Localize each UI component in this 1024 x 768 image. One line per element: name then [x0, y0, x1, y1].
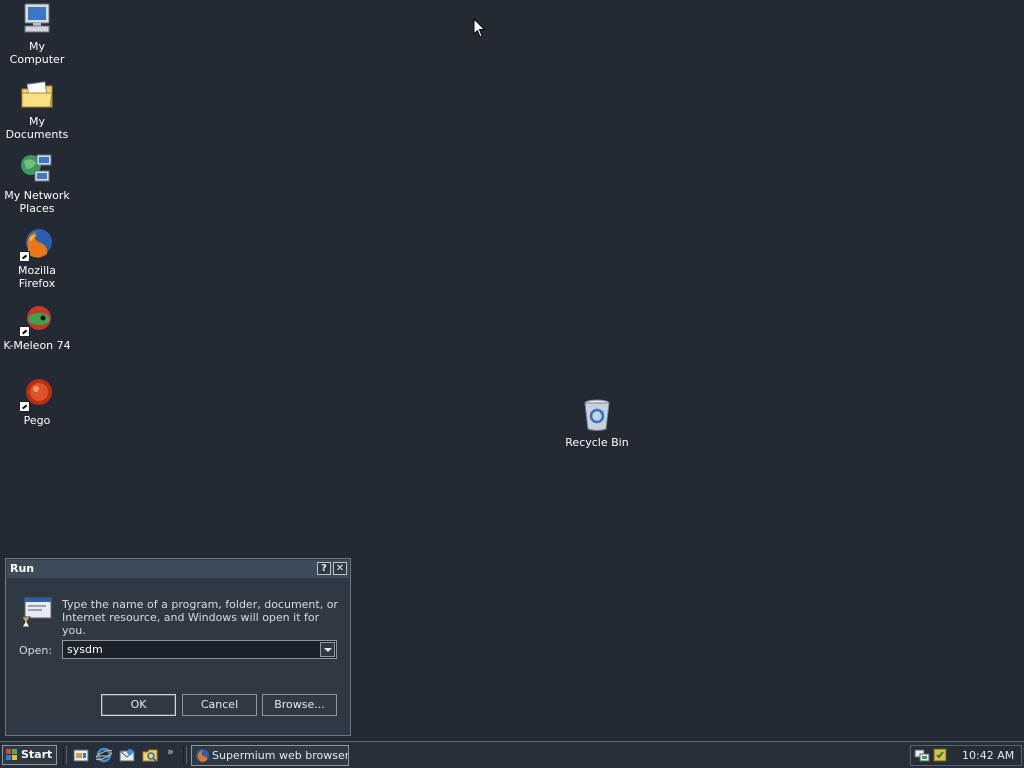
network-icon	[19, 151, 55, 187]
firefox-icon	[19, 226, 55, 262]
run-dialog-description: Type the name of a program, folder, docu…	[62, 598, 338, 637]
recycle-bin-icon	[579, 398, 615, 434]
desktop-icon-k-meleon[interactable]: K-Meleon 74	[0, 301, 74, 352]
pego-icon	[19, 376, 55, 412]
run-dialog[interactable]: Run ? ✕ Type the name of a program, fold…	[5, 558, 351, 736]
desktop-icon-my-documents[interactable]: My Documents	[0, 77, 74, 141]
desktop-icon-pego[interactable]: Pego	[0, 376, 74, 427]
browse-button[interactable]: Browse...	[262, 694, 337, 716]
windows-flag-icon	[6, 749, 18, 761]
desktop-icon-label: My Computer	[9, 40, 65, 66]
computer-icon	[19, 2, 55, 38]
run-dialog-titlebar[interactable]: Run ? ✕	[7, 560, 349, 578]
system-tray: 10:42 AM	[910, 745, 1022, 766]
start-label: Start	[21, 748, 53, 761]
shortcut-arrow-icon	[19, 251, 30, 262]
network-tray-icon[interactable]	[914, 747, 930, 763]
taskbar: Start » Supermium web browser 10:42 AM	[0, 741, 1024, 768]
run-program-icon	[19, 595, 53, 629]
desktop-icon-recycle-bin[interactable]: Recycle Bin	[560, 398, 634, 449]
kmeleon-icon	[19, 301, 55, 337]
tray-app-icon[interactable]	[932, 747, 948, 763]
close-button[interactable]: ✕	[333, 562, 347, 575]
taskbar-separator	[63, 746, 67, 764]
dropdown-arrow-icon[interactable]	[320, 642, 335, 657]
ok-button[interactable]: OK	[101, 694, 176, 716]
explorer-icon[interactable]	[142, 747, 158, 763]
taskbar-button-supermium[interactable]: Supermium web browser -...	[191, 745, 349, 766]
outlook-express-icon[interactable]	[119, 747, 135, 763]
desktop-icon-label: My Network Places	[4, 189, 70, 215]
desktop-icon-label: K-Meleon 74	[3, 339, 71, 352]
desktop-icon-my-network-places[interactable]: My Network Places	[0, 151, 74, 215]
start-button[interactable]: Start	[2, 745, 57, 765]
desktop-icon-my-computer[interactable]: My Computer	[0, 2, 74, 66]
folder-documents-icon	[19, 77, 55, 113]
shortcut-arrow-icon	[19, 326, 30, 337]
desktop-icon-mozilla-firefox[interactable]: Mozilla Firefox	[0, 226, 74, 290]
desktop-icon-label: My Documents	[5, 115, 69, 141]
taskbar-button-label: Supermium web browser -...	[212, 749, 349, 762]
shortcut-arrow-icon	[19, 401, 30, 412]
mouse-pointer-icon	[473, 17, 486, 42]
quick-launch-overflow-button[interactable]: »	[167, 745, 174, 758]
desktop-icon-label: Recycle Bin	[565, 436, 629, 449]
desktop-icon-label: Mozilla Firefox	[18, 264, 56, 290]
help-button[interactable]: ?	[317, 562, 331, 575]
taskbar-separator	[183, 746, 187, 764]
cancel-button[interactable]: Cancel	[182, 694, 257, 716]
show-desktop-icon[interactable]	[73, 747, 89, 763]
dialog-title: Run	[10, 562, 35, 575]
open-combobox[interactable]: sysdm	[62, 640, 337, 659]
desktop-icon-label: Pego	[23, 414, 51, 427]
open-label: Open:	[19, 644, 53, 657]
internet-explorer-icon[interactable]	[95, 747, 113, 763]
clock[interactable]: 10:42 AM	[962, 749, 1014, 762]
supermium-browser-icon	[195, 748, 210, 763]
open-input[interactable]: sysdm	[67, 643, 103, 656]
